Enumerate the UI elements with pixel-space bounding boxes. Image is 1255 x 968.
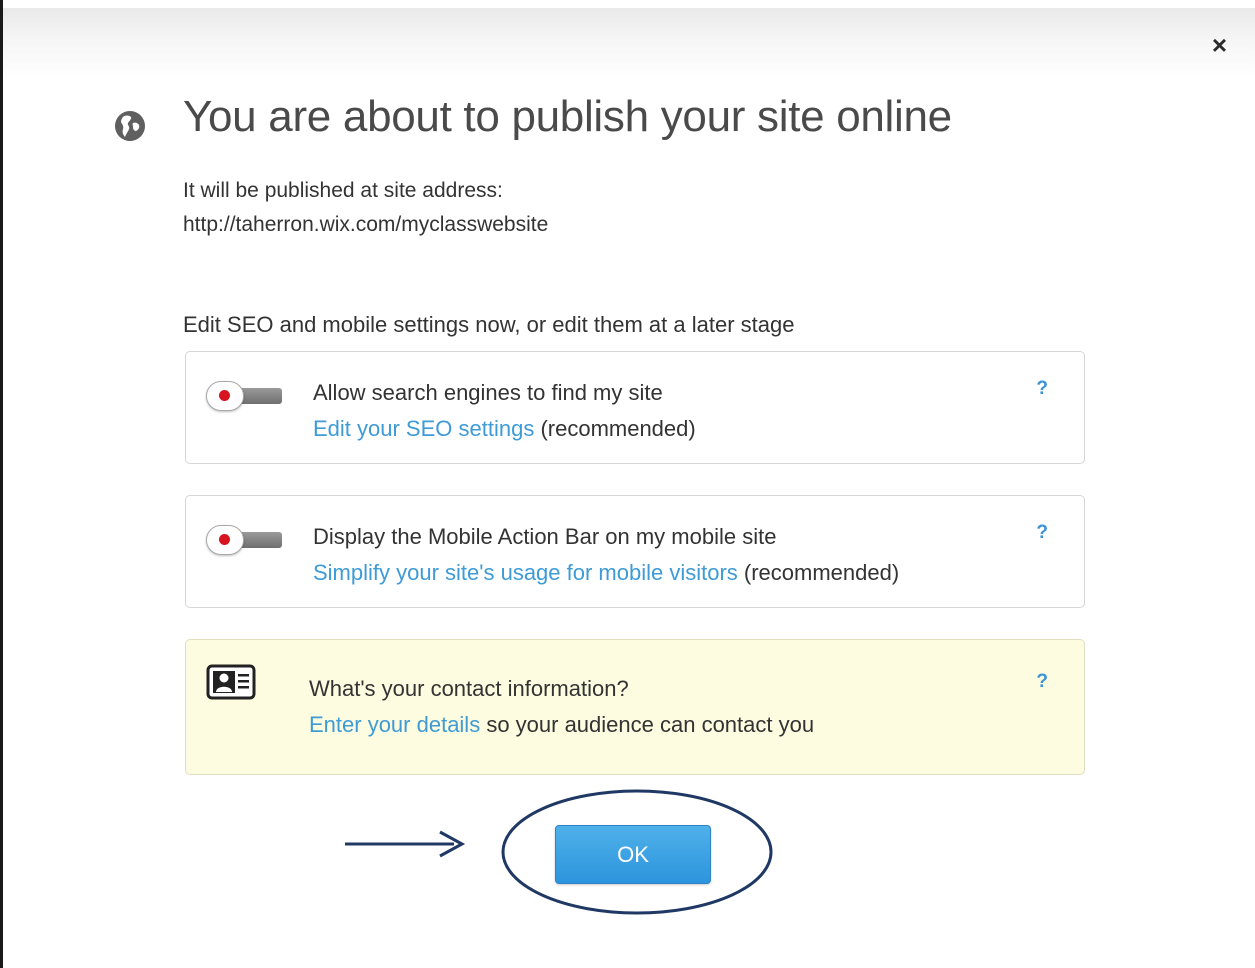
settings-intro: Edit SEO and mobile settings now, or edi… [183, 312, 795, 337]
mobile-card-title: Display the Mobile Action Bar on my mobi… [313, 524, 777, 549]
toggle-off-indicator [219, 534, 230, 545]
mobile-help-button[interactable]: ? [1036, 522, 1048, 544]
site-address-block: It will be published at site address: ht… [183, 174, 548, 242]
contact-help-button[interactable]: ? [1036, 671, 1048, 693]
seo-toggle[interactable] [206, 381, 284, 411]
simplify-mobile-usage-link[interactable]: Simplify your site's usage for mobile vi… [313, 560, 738, 585]
seo-settings-card: Allow search engines to find my site Edi… [185, 351, 1085, 464]
seo-help-button[interactable]: ? [1036, 378, 1048, 400]
publish-dialog: × You are about to publish your site onl… [3, 8, 1255, 968]
mobile-recommended-text: (recommended) [737, 560, 900, 585]
seo-recommended-text: (recommended) [534, 416, 696, 441]
site-address-url: http://taherron.wix.com/myclasswebsite [183, 213, 549, 236]
contact-card-subtext: Enter your details so your audience can … [309, 712, 814, 738]
contact-card-icon [206, 664, 256, 700]
globe-icon [115, 111, 145, 141]
seo-card-title: Allow search engines to find my site [313, 380, 663, 405]
mobile-action-bar-card: Display the Mobile Action Bar on my mobi… [185, 495, 1085, 608]
contact-info-card: What's your contact information? Enter y… [185, 639, 1085, 775]
contact-suffix-text: so your audience can contact you [480, 712, 815, 737]
enter-your-details-link[interactable]: Enter your details [309, 712, 480, 737]
seo-card-subtext: Edit your SEO settings (recommended) [313, 416, 696, 442]
contact-card-title: What's your contact information? [309, 676, 629, 701]
toggle-off-indicator [219, 390, 230, 401]
page-top-strip [0, 0, 1255, 8]
ok-button[interactable]: OK [555, 825, 711, 884]
close-button[interactable]: × [1212, 32, 1227, 58]
mobile-action-bar-toggle[interactable] [206, 525, 284, 555]
mobile-card-subtext: Simplify your site's usage for mobile vi… [313, 560, 899, 586]
dialog-title: You are about to publish your site onlin… [183, 92, 952, 141]
site-address-label: It will be published at site address: [183, 179, 503, 202]
edit-seo-settings-link[interactable]: Edit your SEO settings [313, 416, 534, 441]
